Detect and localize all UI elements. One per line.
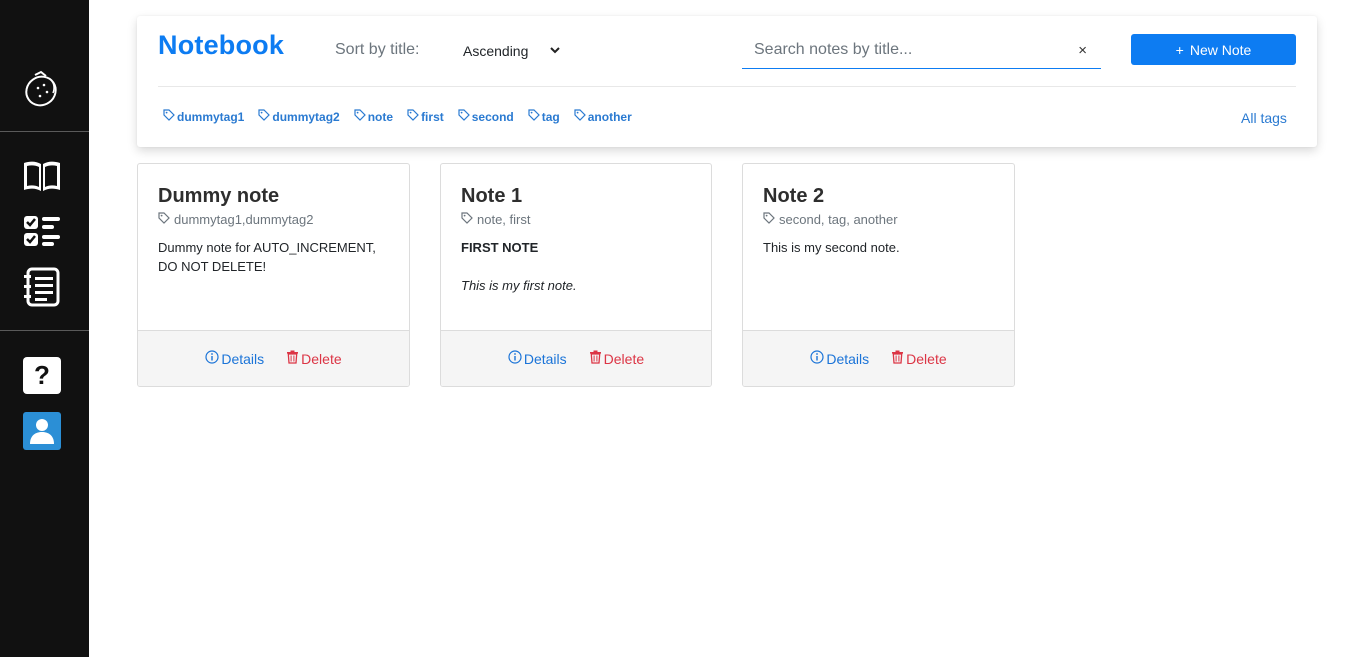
tag-icon [407,109,419,124]
tag-filter-label: another [587,109,632,124]
tag-icon [528,109,540,124]
details-button[interactable]: Details [205,350,264,367]
note-tags: second, tag, another [763,212,898,227]
tag-filter-label: dummytag2 [272,109,340,124]
note-body: FIRST NOTE This is my first note. [461,238,693,295]
sort-order-value: Ascending [463,43,529,59]
sidebar-divider [0,131,89,132]
tag-filter-label: dummytag1 [177,109,245,124]
tag-filter-note[interactable]: note [354,109,393,124]
tag-icon [158,212,170,227]
header-divider [158,86,1296,87]
tag-icon [458,109,470,124]
tag-filter-label: tag [541,109,560,124]
note-tags-text: dummytag1,dummytag2 [174,212,314,227]
plus-icon: + [1175,41,1184,58]
note-tags: note, first [461,212,530,227]
delete-button[interactable]: Delete [286,350,342,367]
info-icon [205,350,219,367]
tag-filter-label: second [471,109,514,124]
note-actions: Details Delete [743,330,1014,386]
all-tags-link[interactable]: All tags [1241,110,1287,126]
details-label: Details [523,350,567,367]
delete-button[interactable]: Delete [589,350,644,367]
trash-icon [286,350,299,367]
tag-icon [258,109,271,124]
checklist-icon[interactable] [22,212,62,250]
info-icon [810,350,824,367]
delete-label: Delete [301,350,342,367]
help-label: ? [34,360,50,390]
note-card: Note 2 second, tag, another This is my s… [742,163,1015,387]
note-text-line: This is my first note. [461,278,577,293]
tag-filter-first[interactable]: first [407,109,444,124]
search-input[interactable]: Search notes by title... × [742,34,1101,69]
tag-icon [354,109,366,124]
details-button[interactable]: Details [810,350,869,367]
tag-filter-dummytag2[interactable]: dummytag2 [258,109,340,124]
tag-icon [763,212,775,227]
note-title: Dummy note [158,185,280,207]
tag-filter-dummytag1[interactable]: dummytag1 [163,109,244,124]
tag-icon [461,212,473,227]
details-label: Details [221,350,265,367]
note-title: Note 1 [461,185,523,207]
tag-icon [163,109,175,124]
note-actions: Details Delete [138,330,409,386]
details-label: Details [826,350,870,367]
new-note-label: New Note [1189,41,1252,58]
tag-filter-list: dummytag1 dummytag2 note first second tag anot… [163,109,632,124]
note-body: Dummy note for AUTO_INCREMENT, DO NOT DE… [158,238,390,276]
sort-label: Sort by title: [335,41,420,58]
tag-filter-label: first [421,109,444,124]
note-tags-text: note, first [477,212,531,227]
note-text-line: Dummy note for AUTO_INCREMENT, [158,240,376,255]
tag-filter-label: note [367,109,394,124]
trash-icon [891,350,904,367]
tag-filter-tag[interactable]: tag [528,109,560,124]
search-placeholder: Search notes by title... [754,41,913,58]
note-title: Note 2 [763,185,825,207]
details-button[interactable]: Details [508,350,567,367]
info-icon [508,350,522,367]
tag-icon [574,109,586,124]
notebook-header: Notebook Sort by title: Ascending Search… [137,16,1317,147]
tag-filter-second[interactable]: second [458,109,514,124]
sidebar-divider [0,330,89,331]
note-card: Note 1 note, first FIRST NOTE This is my… [440,163,712,387]
note-tags: dummytag1,dummytag2 [158,212,313,227]
tag-filter-another[interactable]: another [574,109,632,124]
user-icon[interactable] [23,412,61,450]
delete-button[interactable]: Delete [891,350,947,367]
delete-label: Delete [603,350,645,367]
note-body: This is my second note. [763,238,995,257]
note-actions: Details Delete [441,330,711,386]
lemon-logo-icon[interactable] [22,68,62,110]
new-note-button[interactable]: + New Note [1131,34,1296,65]
note-text-line: DO NOT DELETE! [158,259,267,274]
note-card: Dummy note dummytag1,dummytag2 Dummy not… [137,163,410,387]
clear-search-icon[interactable]: × [1078,42,1087,59]
trash-icon [589,350,602,367]
help-icon[interactable]: ? [23,357,61,394]
book-icon[interactable] [22,157,62,195]
note-text-line: This is my second note. [763,240,900,255]
sort-order-select[interactable]: Ascending [455,38,567,64]
sidebar: ? [0,0,89,657]
note-tags-text: second, tag, another [779,212,898,227]
delete-label: Delete [906,350,947,367]
note-heading: FIRST NOTE [461,240,539,255]
page-title: Notebook [158,30,285,60]
chevron-down-icon [549,43,561,59]
notes-list-icon[interactable] [22,267,62,307]
